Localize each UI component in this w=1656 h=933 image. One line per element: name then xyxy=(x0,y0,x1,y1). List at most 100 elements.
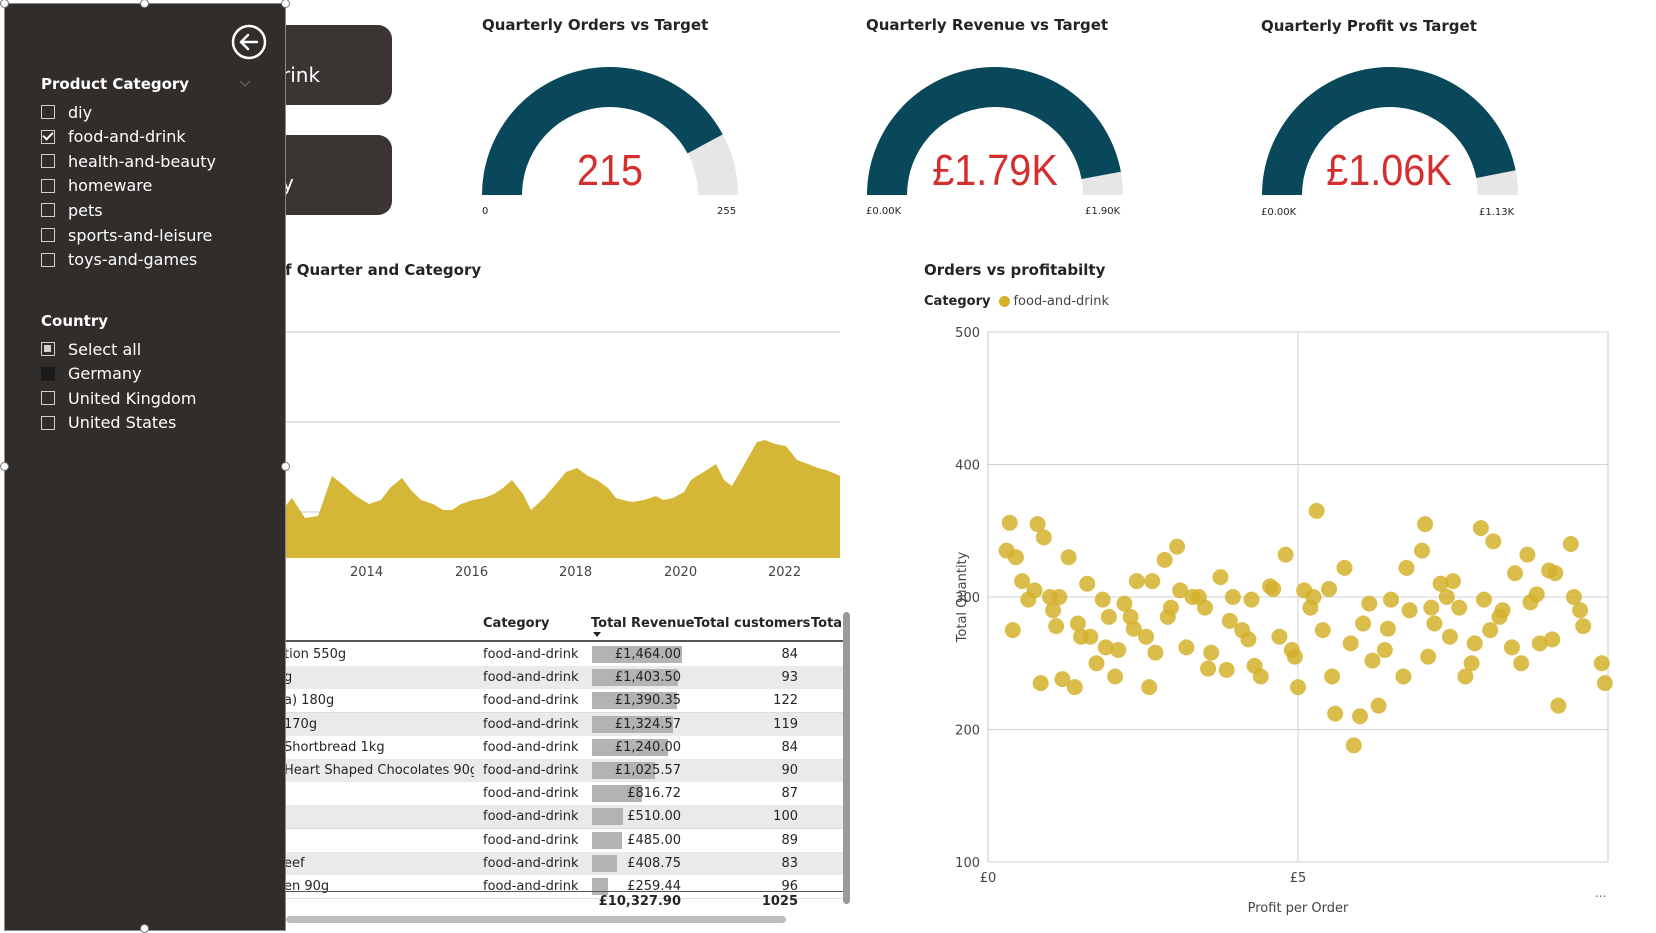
scatter-point[interactable] xyxy=(1125,620,1142,637)
table-header-truncated[interactable]: Tota xyxy=(811,616,842,631)
scatter-point[interactable] xyxy=(1441,628,1458,645)
table-vertical-scrollbar[interactable] xyxy=(843,612,850,904)
scatter-point[interactable] xyxy=(1327,705,1344,722)
checkbox[interactable] xyxy=(41,203,55,218)
scatter-point[interactable] xyxy=(1565,589,1582,605)
scatter-point[interactable] xyxy=(1466,635,1483,652)
scatter-point[interactable] xyxy=(1507,565,1523,582)
scatter-point[interactable] xyxy=(1296,582,1313,599)
category-option[interactable]: diy xyxy=(41,101,92,123)
scatter-point[interactable] xyxy=(1423,599,1440,616)
scatter-point[interactable] xyxy=(1283,642,1300,658)
scatter-point[interactable] xyxy=(1079,575,1096,592)
checkbox[interactable] xyxy=(41,228,55,242)
scatter-point[interactable] xyxy=(1383,591,1399,608)
more-options-icon[interactable]: ... xyxy=(1595,886,1606,900)
scatter-point[interactable] xyxy=(1314,622,1331,639)
scatter-point[interactable] xyxy=(1342,635,1359,652)
scatter-point[interactable] xyxy=(1426,615,1443,632)
table-header-total-customers[interactable]: Total customers xyxy=(694,616,810,631)
resize-handle-right-mid[interactable] xyxy=(281,462,290,471)
scatter-point[interactable] xyxy=(1212,569,1229,586)
table-horizontal-scrollbar[interactable] xyxy=(286,916,786,923)
scatter-point[interactable] xyxy=(1345,737,1362,754)
scatter-point[interactable] xyxy=(1141,679,1158,696)
scatter-point[interactable] xyxy=(1069,615,1086,632)
scatter-point[interactable] xyxy=(1277,546,1294,563)
category-option[interactable]: food-and-drink xyxy=(41,126,186,148)
country-option[interactable]: Select all xyxy=(41,338,141,360)
scatter-point[interactable] xyxy=(1513,655,1530,672)
back-arrow-icon[interactable] xyxy=(230,23,268,61)
scatter-point[interactable] xyxy=(1190,589,1207,605)
scatter-point[interactable] xyxy=(1472,520,1489,537)
scatter-point[interactable] xyxy=(1395,668,1412,685)
scatter-point[interactable] xyxy=(1147,644,1164,661)
checkbox[interactable] xyxy=(41,252,55,267)
resize-handle-top-right[interactable] xyxy=(281,0,290,8)
scatter-point[interactable] xyxy=(1020,591,1037,608)
scatter-point[interactable] xyxy=(1290,679,1306,696)
scatter-point[interactable] xyxy=(1271,628,1288,645)
scatter-point[interactable] xyxy=(1376,642,1393,658)
scatter-point[interactable] xyxy=(1007,549,1024,566)
checkbox-checked[interactable] xyxy=(41,128,55,144)
scatter-point[interactable] xyxy=(1110,642,1127,658)
scatter-point[interactable] xyxy=(1379,620,1396,637)
scatter-point[interactable] xyxy=(1593,655,1610,672)
scatter-point[interactable] xyxy=(1547,565,1564,582)
scatter-point[interactable] xyxy=(1001,514,1018,531)
scatter-point[interactable] xyxy=(1107,668,1124,685)
scatter-point[interactable] xyxy=(1336,559,1353,576)
scatter-point[interactable] xyxy=(1401,602,1418,619)
scatter-point[interactable] xyxy=(1265,581,1282,598)
scatter-point[interactable] xyxy=(1420,648,1437,665)
scatter-point[interactable] xyxy=(1178,639,1195,656)
scatter-point[interactable] xyxy=(1355,615,1372,632)
scatter-point[interactable] xyxy=(1485,533,1502,550)
scatter-point[interactable] xyxy=(1321,581,1337,598)
resize-handle-bottom-mid[interactable] xyxy=(140,924,149,933)
scatter-point[interactable] xyxy=(1491,608,1508,625)
checkbox[interactable] xyxy=(41,154,55,169)
scatter-point[interactable] xyxy=(1324,668,1341,685)
scatter-point[interactable] xyxy=(1048,618,1065,635)
scatter-point[interactable] xyxy=(1169,538,1186,555)
category-option[interactable]: pets xyxy=(41,199,103,221)
scatter-point[interactable] xyxy=(1128,573,1145,590)
table-header-category[interactable]: Category xyxy=(483,616,549,631)
checkbox-filled[interactable] xyxy=(41,366,55,381)
scatter-point[interactable] xyxy=(1417,516,1434,533)
scatter-point[interactable] xyxy=(1035,529,1052,546)
scatter-point[interactable] xyxy=(1004,622,1021,639)
scatter-point[interactable] xyxy=(1200,660,1217,677)
scatter-point[interactable] xyxy=(1060,549,1077,566)
scatter-point[interactable] xyxy=(1463,655,1480,672)
scatter-point[interactable] xyxy=(1073,628,1089,645)
scatter-point[interactable] xyxy=(1519,546,1536,563)
scatter-point[interactable] xyxy=(1432,575,1449,592)
scatter-point[interactable] xyxy=(1544,631,1561,648)
category-option[interactable]: sports-and-leisure xyxy=(41,224,212,246)
category-option[interactable]: homeware xyxy=(41,175,152,197)
scatter-point[interactable] xyxy=(1398,559,1415,576)
checkbox-unchecked[interactable] xyxy=(41,415,55,430)
scatter-point[interactable] xyxy=(1088,655,1105,672)
scatter-point[interactable] xyxy=(1243,591,1260,608)
scatter-point[interactable] xyxy=(1144,573,1161,590)
scatter-point[interactable] xyxy=(1522,594,1539,611)
scatter-point[interactable] xyxy=(1562,536,1579,552)
country-option[interactable]: United States xyxy=(41,412,176,434)
scatter-point[interactable] xyxy=(1482,622,1499,639)
scatter-point[interactable] xyxy=(1302,599,1319,616)
scatter-point[interactable] xyxy=(1503,639,1520,656)
scatter-point[interactable] xyxy=(1203,644,1220,661)
scatter-point[interactable] xyxy=(1308,502,1325,519)
checkbox[interactable] xyxy=(41,105,55,119)
category-option[interactable]: health-and-beauty xyxy=(41,150,216,172)
category-option[interactable]: toys-and-games xyxy=(41,249,197,271)
scatter-point[interactable] xyxy=(1451,599,1468,616)
country-option[interactable]: United Kingdom xyxy=(41,387,196,409)
scatter-point[interactable] xyxy=(1221,612,1238,629)
legend-series-label[interactable]: food-and-drink xyxy=(1013,294,1109,309)
